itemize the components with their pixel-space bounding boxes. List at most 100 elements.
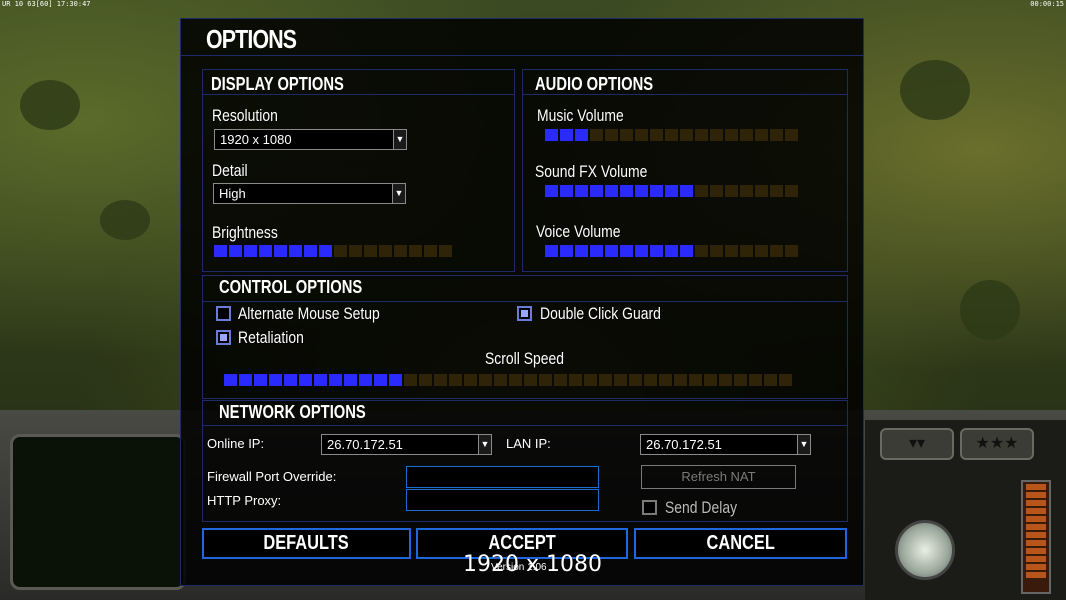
slider-segment[interactable]: [389, 374, 402, 386]
slider-segment[interactable]: [575, 245, 588, 257]
slider-segment[interactable]: [650, 185, 663, 197]
slider-segment[interactable]: [614, 374, 627, 386]
slider-segment[interactable]: [409, 245, 422, 257]
slider-segment[interactable]: [605, 185, 618, 197]
slider-segment[interactable]: [659, 374, 672, 386]
slider-segment[interactable]: [509, 374, 522, 386]
slider-segment[interactable]: [349, 245, 362, 257]
lan-ip-dropdown[interactable]: 26.70.172.51 ▼: [640, 434, 811, 455]
slider-segment[interactable]: [779, 374, 792, 386]
slider-segment[interactable]: [584, 374, 597, 386]
slider-segment[interactable]: [359, 374, 372, 386]
slider-segment[interactable]: [419, 374, 432, 386]
slider-segment[interactable]: [689, 374, 702, 386]
slider-segment[interactable]: [665, 185, 678, 197]
firewall-port-input[interactable]: [406, 466, 599, 488]
slider-segment[interactable]: [244, 245, 257, 257]
slider-segment[interactable]: [650, 129, 663, 141]
slider-segment[interactable]: [725, 245, 738, 257]
double-click-guard-checkbox[interactable]: [517, 306, 532, 321]
slider-segment[interactable]: [704, 374, 717, 386]
slider-segment[interactable]: [299, 374, 312, 386]
slider-segment[interactable]: [755, 245, 768, 257]
slider-segment[interactable]: [394, 245, 407, 257]
hud-chevron-button[interactable]: ▾▾: [880, 428, 954, 460]
slider-segment[interactable]: [239, 374, 252, 386]
slider-segment[interactable]: [605, 245, 618, 257]
http-proxy-input[interactable]: [406, 489, 599, 511]
slider-segment[interactable]: [524, 374, 537, 386]
hud-stars-button[interactable]: ★★★: [960, 428, 1034, 460]
slider-segment[interactable]: [224, 374, 237, 386]
slider-segment[interactable]: [785, 245, 798, 257]
slider-segment[interactable]: [319, 245, 332, 257]
slider-segment[interactable]: [740, 185, 753, 197]
slider-segment[interactable]: [545, 129, 558, 141]
slider-segment[interactable]: [379, 245, 392, 257]
slider-segment[interactable]: [644, 374, 657, 386]
slider-segment[interactable]: [725, 185, 738, 197]
alt-mouse-checkbox[interactable]: [216, 306, 231, 321]
slider-segment[interactable]: [680, 129, 693, 141]
slider-segment[interactable]: [749, 374, 762, 386]
defaults-button[interactable]: DEFAULTS: [202, 528, 411, 559]
cancel-button[interactable]: CANCEL: [634, 528, 847, 559]
chevron-down-icon[interactable]: ▼: [478, 435, 491, 454]
slider-segment[interactable]: [620, 129, 633, 141]
send-delay-checkbox[interactable]: [642, 500, 657, 515]
slider-segment[interactable]: [334, 245, 347, 257]
slider-segment[interactable]: [770, 245, 783, 257]
slider-segment[interactable]: [770, 185, 783, 197]
slider-segment[interactable]: [539, 374, 552, 386]
slider-segment[interactable]: [755, 129, 768, 141]
slider-segment[interactable]: [695, 185, 708, 197]
slider-segment[interactable]: [575, 129, 588, 141]
slider-segment[interactable]: [259, 245, 272, 257]
voice-volume-slider[interactable]: [545, 245, 798, 257]
slider-segment[interactable]: [620, 185, 633, 197]
slider-segment[interactable]: [479, 374, 492, 386]
slider-segment[interactable]: [404, 374, 417, 386]
slider-segment[interactable]: [785, 129, 798, 141]
slider-segment[interactable]: [770, 129, 783, 141]
detail-dropdown[interactable]: High ▼: [213, 183, 406, 204]
retaliation-checkbox[interactable]: [216, 330, 231, 345]
slider-segment[interactable]: [545, 185, 558, 197]
slider-segment[interactable]: [374, 374, 387, 386]
slider-segment[interactable]: [364, 245, 377, 257]
slider-segment[interactable]: [439, 245, 452, 257]
slider-segment[interactable]: [424, 245, 437, 257]
slider-segment[interactable]: [599, 374, 612, 386]
chevron-down-icon[interactable]: ▼: [393, 130, 406, 149]
slider-segment[interactable]: [569, 374, 582, 386]
slider-segment[interactable]: [710, 185, 723, 197]
slider-segment[interactable]: [554, 374, 567, 386]
slider-segment[interactable]: [680, 245, 693, 257]
slider-segment[interactable]: [719, 374, 732, 386]
slider-segment[interactable]: [740, 245, 753, 257]
slider-segment[interactable]: [434, 374, 447, 386]
slider-segment[interactable]: [605, 129, 618, 141]
chevron-down-icon[interactable]: ▼: [797, 435, 810, 454]
slider-segment[interactable]: [284, 374, 297, 386]
slider-segment[interactable]: [740, 129, 753, 141]
slider-segment[interactable]: [635, 129, 648, 141]
chevron-down-icon[interactable]: ▼: [392, 184, 405, 203]
slider-segment[interactable]: [464, 374, 477, 386]
slider-segment[interactable]: [590, 129, 603, 141]
slider-segment[interactable]: [695, 129, 708, 141]
sound-fx-volume-slider[interactable]: [545, 185, 798, 197]
slider-segment[interactable]: [575, 185, 588, 197]
slider-segment[interactable]: [635, 185, 648, 197]
slider-segment[interactable]: [214, 245, 227, 257]
slider-segment[interactable]: [650, 245, 663, 257]
slider-segment[interactable]: [289, 245, 302, 257]
slider-segment[interactable]: [560, 185, 573, 197]
slider-segment[interactable]: [665, 245, 678, 257]
online-ip-dropdown[interactable]: 26.70.172.51 ▼: [321, 434, 492, 455]
slider-segment[interactable]: [329, 374, 342, 386]
slider-segment[interactable]: [629, 374, 642, 386]
slider-segment[interactable]: [590, 245, 603, 257]
slider-segment[interactable]: [590, 185, 603, 197]
slider-segment[interactable]: [680, 185, 693, 197]
